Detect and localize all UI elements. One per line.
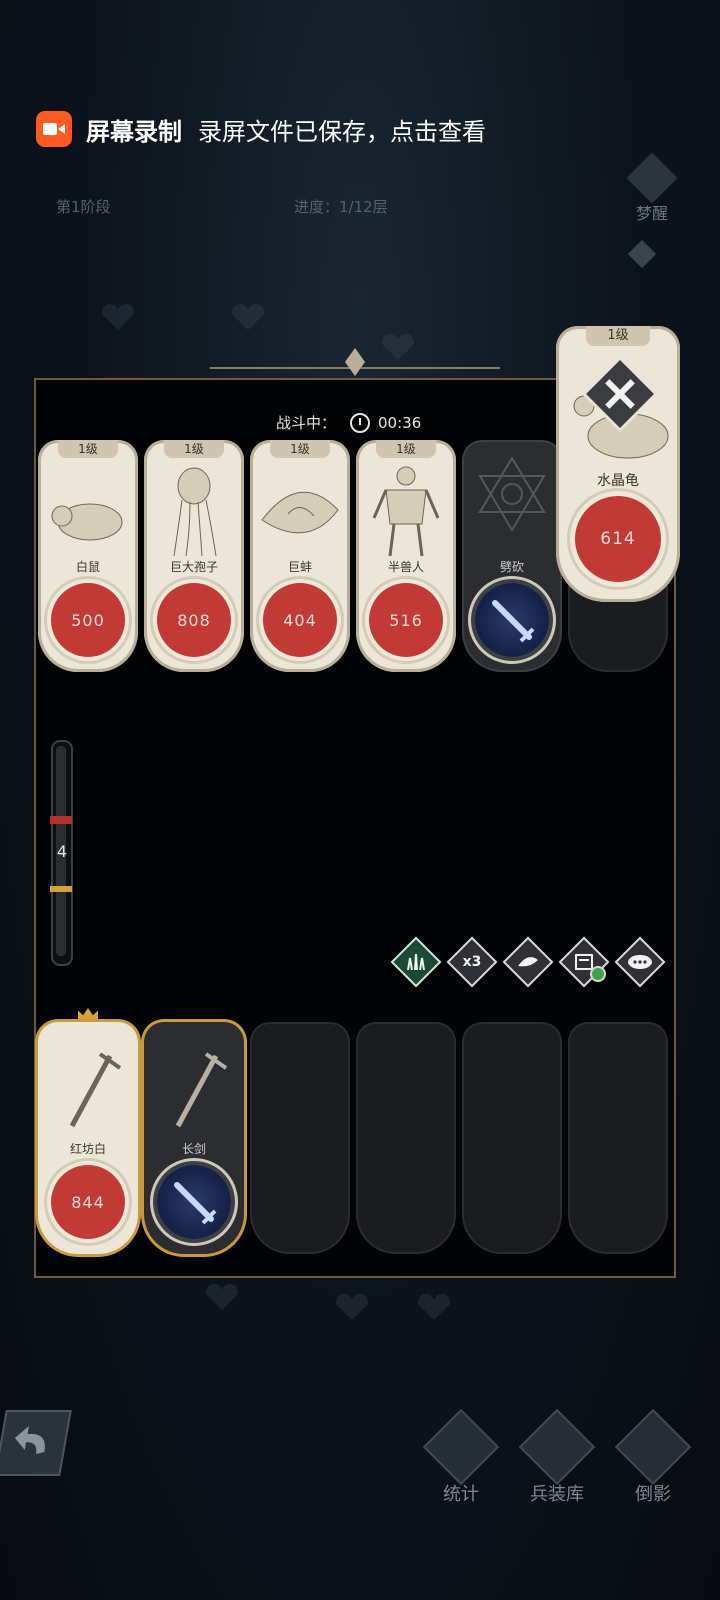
rat-icon — [51, 503, 123, 541]
awake-label: 梦醒 — [635, 204, 668, 223]
sword-icon — [475, 583, 549, 657]
shield-icon — [422, 1408, 500, 1486]
spikes-button[interactable] — [393, 939, 439, 985]
hp-orb: 808 — [157, 583, 231, 657]
gauge-top-marker — [50, 816, 72, 824]
empty-hand-slot[interactable] — [568, 1022, 668, 1254]
empty-hand-slot[interactable] — [356, 1022, 456, 1254]
heart-emblem-icon — [200, 1280, 244, 1314]
enemy-card-orc[interactable]: 1级 半兽人 516 — [356, 440, 456, 672]
enemy-card-clam[interactable]: 1级 巨蚌 404 — [250, 440, 350, 672]
heart-emblem-icon — [412, 1290, 456, 1324]
armory-button[interactable]: 兵装库 — [502, 1408, 612, 1506]
clam-icon — [261, 491, 339, 534]
hp-orb: 404 — [263, 583, 337, 657]
enemy-name: 巨大孢子 — [169, 560, 218, 574]
boss-card-crystal-turtle[interactable]: 1级 水晶龟 614 — [556, 326, 680, 602]
enemy-card-rat[interactable]: 1级 白鼠 500 — [38, 440, 138, 672]
back-button[interactable] — [0, 1410, 72, 1476]
awake-button[interactable]: 梦醒 — [622, 152, 682, 224]
heart-emblem-icon — [330, 1290, 374, 1324]
sword-icon — [157, 1165, 231, 1239]
enemy-skill-card[interactable]: 劈砍 — [462, 440, 562, 672]
stats-button[interactable]: 统计 — [406, 1408, 516, 1506]
video-camera-icon — [36, 111, 72, 147]
battle-timer: 00:36 — [378, 413, 422, 432]
ornament-icon — [210, 348, 500, 376]
leaf-icon — [506, 940, 550, 984]
screen-record-toast[interactable]: 屏幕录制 录屏文件已保存，点击查看 — [36, 96, 486, 162]
hand-card-name: 红坊白 — [69, 1142, 106, 1156]
heart-emblem-icon — [96, 300, 140, 334]
enemy-name: 巨蚌 — [287, 560, 312, 574]
chat-button[interactable] — [617, 939, 663, 985]
stats-label: 统计 — [443, 1484, 479, 1505]
enemy-name: 白鼠 — [75, 560, 100, 574]
notification-dot — [590, 966, 606, 982]
level-label: 1级 — [270, 440, 330, 458]
level-label: 1级 — [376, 440, 436, 458]
shadow-label: 倒影 — [635, 1484, 671, 1505]
level-label: 1级 — [586, 326, 650, 346]
level-label: 1级 — [164, 440, 224, 458]
pawn-icon — [614, 1408, 692, 1486]
hand-card-weapon[interactable]: 红坊白 844 — [38, 1022, 138, 1254]
energy-gauge: 4 — [50, 740, 73, 966]
clock-icon — [350, 412, 371, 433]
empty-hand-slot[interactable] — [250, 1022, 350, 1254]
hp-orb: 614 — [575, 496, 661, 582]
toast-message: 录屏文件已保存，点击查看 — [198, 117, 486, 146]
longsword-icon — [175, 1052, 228, 1128]
gauge-bottom-marker — [50, 886, 72, 892]
enemy-card-spore[interactable]: 1级 巨大孢子 808 — [144, 440, 244, 672]
chat-icon — [618, 940, 662, 984]
armory-label: 兵装库 — [530, 1484, 584, 1505]
orc-icon — [372, 466, 440, 557]
leaf-button[interactable] — [505, 939, 551, 985]
spore-icon — [173, 467, 217, 557]
hand-card-longsword[interactable]: 长剑 — [144, 1022, 244, 1254]
gauge-value: 4 — [56, 842, 68, 861]
empty-hand-slot[interactable] — [462, 1022, 562, 1254]
heart-emblem-icon — [226, 300, 270, 334]
hand-card-name: 长剑 — [181, 1142, 206, 1156]
skill-name: 劈砍 — [499, 560, 524, 574]
toast-app-name: 屏幕录制 — [86, 117, 182, 146]
hp-orb: 844 — [51, 1165, 125, 1239]
battle-status: 战斗中： 00:36 — [276, 412, 421, 433]
enemy-name: 半兽人 — [387, 560, 424, 574]
sword-icon — [69, 1052, 122, 1128]
hp-orb: 516 — [369, 583, 443, 657]
back-arrow-icon — [14, 1426, 45, 1454]
stage-label: 第1阶段 — [56, 198, 111, 216]
cross-badge-icon — [626, 152, 678, 204]
hp-orb: 500 — [51, 583, 125, 657]
level-label: 1级 — [58, 440, 118, 458]
spikes-icon — [394, 940, 438, 984]
boss-name: 水晶龟 — [597, 473, 639, 489]
speed-button[interactable]: x3 — [449, 939, 495, 985]
shadow-button[interactable]: 倒影 — [598, 1408, 708, 1506]
hexagram-icon — [478, 456, 546, 532]
speed-label: x3 — [462, 954, 482, 970]
progress-label: 进度：1/12层 — [294, 198, 388, 216]
book-icon — [518, 1408, 596, 1486]
battle-status-label: 战斗中： — [276, 414, 337, 432]
